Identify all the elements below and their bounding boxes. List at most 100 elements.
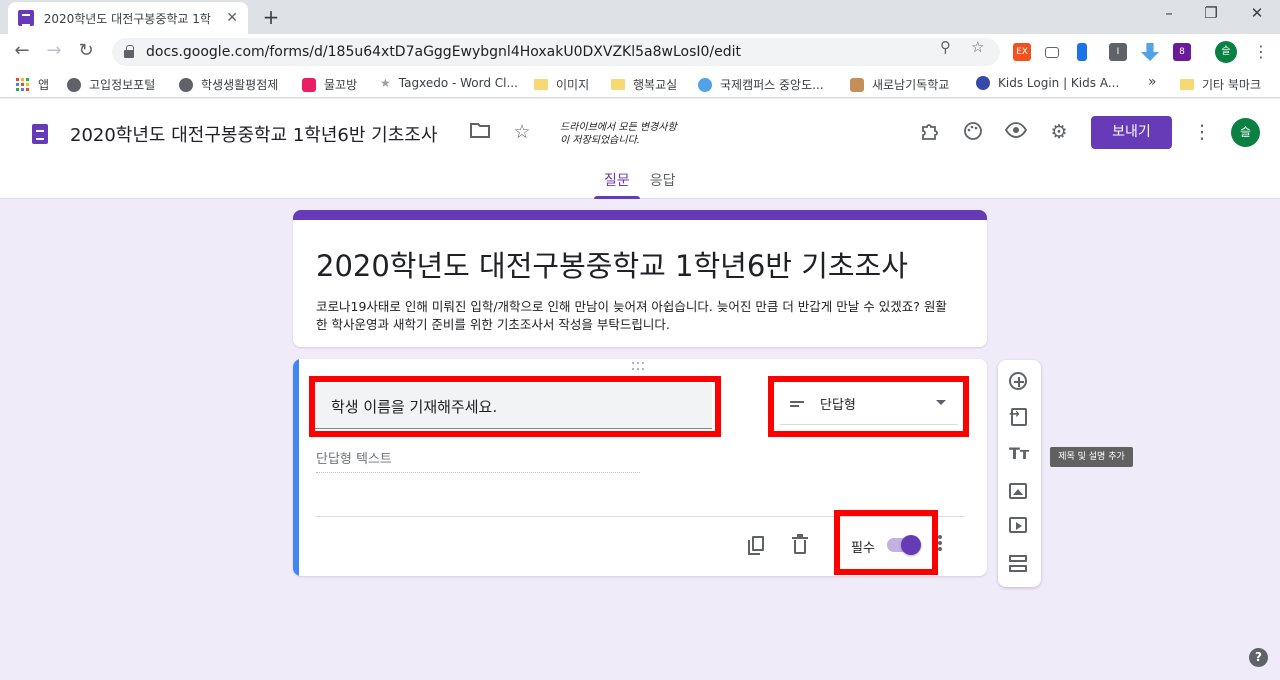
- bookmark-item[interactable]: 이미지: [534, 76, 589, 93]
- restore-button[interactable]: ❐: [1191, 4, 1231, 22]
- add-question-icon[interactable]: [1009, 372, 1027, 390]
- back-icon[interactable]: ←: [10, 40, 34, 61]
- dropdown-arrow-icon: [936, 400, 946, 405]
- form-description[interactable]: 코로나19사태로 인해 미뤄진 입학/개학으로 인해 만남이 늦어져 아쉽습니다…: [316, 298, 956, 334]
- browser-tab-strip: 2020학년도 대전구봉중학교 1학 ✕ + – ❐ ✕: [0, 0, 1280, 34]
- add-title-description-icon[interactable]: Tт: [1009, 444, 1029, 464]
- apps-grid-icon: [16, 77, 30, 92]
- reload-icon[interactable]: ↻: [74, 40, 98, 61]
- bookmark-item-apps[interactable]: 앱: [16, 76, 49, 93]
- extension-person-icon[interactable]: [1077, 43, 1087, 61]
- question-footer-divider: [316, 516, 964, 517]
- bookmark-item[interactable]: 행복교실: [611, 76, 677, 93]
- browser-toolbar: ← → ↻ docs.google.com/forms/d/185u64xtD7…: [0, 34, 1280, 70]
- question-side-toolbar: Tт: [998, 360, 1041, 587]
- question-card[interactable]: 학생 이름을 기재해주세요. 단답형 단답형 텍스트 필수: [293, 359, 987, 576]
- profile-avatar[interactable]: 슬: [1215, 41, 1237, 63]
- forms-tabs: 질문 응답: [594, 170, 686, 199]
- cloud-icon: [698, 77, 712, 92]
- extension-ex-icon[interactable]: EX: [1013, 43, 1031, 61]
- required-toggle[interactable]: [887, 535, 921, 555]
- bookmark-label: 학생생활평점제: [201, 78, 279, 92]
- star-icon[interactable]: ☆: [510, 121, 534, 143]
- required-label: 필수: [851, 541, 875, 556]
- add-section-icon[interactable]: [1009, 554, 1029, 574]
- browser-tab[interactable]: 2020학년도 대전구봉중학교 1학 ✕: [8, 2, 248, 34]
- tab-questions[interactable]: 질문: [594, 170, 640, 199]
- extension-download-icon[interactable]: [1141, 43, 1159, 61]
- bookmark-other-folder[interactable]: 기타 북마크: [1180, 76, 1261, 93]
- tab-responses[interactable]: 응답: [640, 170, 686, 199]
- site-icon: [302, 77, 316, 92]
- toggle-knob: [901, 535, 921, 555]
- question-type-label: 단답형: [820, 398, 856, 413]
- folder-icon: [611, 79, 625, 90]
- question-title-input[interactable]: 학생 이름을 기재해주세요.: [315, 383, 712, 429]
- addons-puzzle-icon[interactable]: [918, 121, 942, 146]
- add-video-icon[interactable]: [1009, 517, 1027, 533]
- question-more-icon[interactable]: [938, 535, 942, 555]
- bookmark-label: 물꼬방: [324, 78, 358, 92]
- bookmark-star-icon[interactable]: ☆: [971, 38, 984, 56]
- form-title[interactable]: 2020학년도 대전구봉중학교 1학년6반 기초조사: [316, 243, 908, 285]
- settings-gear-icon[interactable]: ⚙: [1047, 121, 1071, 143]
- help-icon[interactable]: ?: [1249, 648, 1268, 667]
- bookmark-label: 행복교실: [633, 78, 678, 92]
- site-icon: [976, 76, 990, 90]
- bookmark-label: 기타 북마크: [1202, 78, 1262, 92]
- short-answer-icon: [790, 399, 804, 409]
- new-tab-button[interactable]: +: [260, 5, 282, 29]
- bookmark-item[interactable]: Kids Login | Kids A...: [976, 76, 1119, 90]
- short-answer-placeholder: 단답형 텍스트: [316, 448, 640, 473]
- active-question-accent: [293, 359, 299, 576]
- question-type-select[interactable]: 단답형: [780, 383, 958, 425]
- bookmark-item[interactable]: 고입정보포털: [67, 76, 155, 93]
- bookmark-item[interactable]: 새로남기독학교: [850, 76, 949, 93]
- drag-handle-icon[interactable]: [632, 362, 648, 372]
- bookmark-label: Kids Login | Kids A...: [998, 76, 1120, 90]
- extension-screen-icon[interactable]: [1045, 47, 1059, 58]
- folder-icon[interactable]: [468, 121, 492, 143]
- forms-favicon-icon: [18, 10, 34, 26]
- delete-trash-icon[interactable]: [789, 534, 811, 556]
- bookmark-bar: 앱 고입정보포털 학생생활평점제 물꼬방 ★ Tagxedo - Word Cl…: [0, 70, 1280, 98]
- forms-header: 2020학년도 대전구봉중학교 1학년6반 기초조사 ☆ 드라이브에서 모든 변…: [0, 99, 1280, 199]
- tab-close-icon[interactable]: ✕: [226, 10, 238, 26]
- minimize-button[interactable]: –: [1149, 4, 1189, 22]
- tooltip: 제목 및 설명 추가: [1050, 447, 1133, 467]
- duplicate-icon[interactable]: [746, 534, 768, 556]
- account-avatar[interactable]: 슬: [1231, 118, 1260, 147]
- import-questions-icon[interactable]: [1009, 407, 1027, 426]
- form-title-card[interactable]: 2020학년도 대전구봉중학교 1학년6반 기초조사 코로나19사태로 인해 미…: [293, 210, 987, 347]
- bookmark-item[interactable]: 학생생활평점제: [179, 76, 278, 93]
- more-options-icon[interactable]: ⋮: [1190, 121, 1214, 143]
- zoom-search-icon[interactable]: ⚲: [940, 38, 951, 56]
- forms-logo-icon[interactable]: [32, 124, 48, 144]
- browser-menu-icon[interactable]: ⋮: [1253, 42, 1269, 61]
- url-text: docs.google.com/forms/d/185u64xtD7aGggEw…: [146, 44, 742, 60]
- folder-icon: [534, 79, 548, 90]
- send-button[interactable]: 보내기: [1091, 116, 1172, 149]
- bookmark-label: 이미지: [556, 78, 590, 92]
- save-status-text: 드라이브에서 모든 변경사항 이 저장되었습니다.: [560, 122, 677, 146]
- star-icon: ★: [380, 76, 391, 90]
- bookmark-label: Tagxedo - Word Cl...: [398, 76, 518, 90]
- tab-title: 2020학년도 대전구봉중학교 1학: [43, 11, 211, 26]
- lock-icon: [124, 45, 134, 58]
- extension-i-icon[interactable]: I: [1109, 43, 1127, 61]
- preview-eye-icon[interactable]: [1004, 121, 1028, 143]
- close-window-button[interactable]: ✕: [1237, 4, 1277, 22]
- address-bar[interactable]: docs.google.com/forms/d/185u64xtD7aGggEw…: [112, 38, 1000, 66]
- document-title[interactable]: 2020학년도 대전구봉중학교 1학년6반 기초조사: [70, 121, 437, 147]
- add-image-icon[interactable]: [1009, 483, 1027, 499]
- palette-icon[interactable]: [961, 121, 985, 146]
- bookmark-item[interactable]: 국제캠퍼스 중앙도...: [698, 76, 824, 93]
- globe-icon: [67, 77, 81, 92]
- bookmark-label: 국제캠퍼스 중앙도...: [720, 78, 824, 92]
- bookmark-item[interactable]: ★ Tagxedo - Word Cl...: [380, 76, 518, 90]
- extension-badge-icon[interactable]: 8: [1173, 43, 1191, 61]
- bookmark-item[interactable]: 물꼬방: [302, 76, 357, 93]
- bookmark-label: 고입정보포털: [89, 78, 156, 92]
- forward-icon[interactable]: →: [42, 40, 66, 61]
- bookmark-overflow-button[interactable]: »: [1148, 74, 1157, 90]
